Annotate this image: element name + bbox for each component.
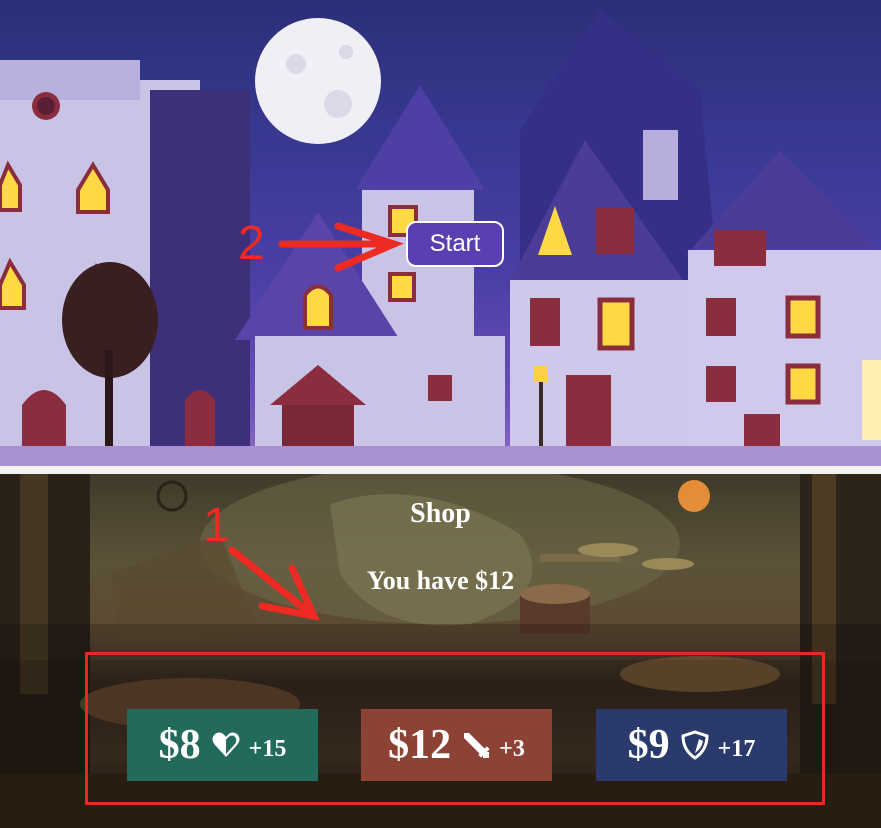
annotation-label-1: 1 — [203, 499, 230, 552]
scene-divider — [0, 466, 881, 474]
shop-title: Shop — [410, 498, 471, 529]
town-scene: Start — [0, 0, 881, 466]
start-button[interactable]: Start — [406, 221, 504, 267]
annotation-highlight-box — [85, 652, 825, 805]
game-screen: Start Shop You have $12 $8 +15 $12 +3 $9… — [0, 0, 881, 828]
money-display: You have $12 — [366, 566, 515, 595]
annotation-label-2: 2 — [238, 217, 265, 270]
